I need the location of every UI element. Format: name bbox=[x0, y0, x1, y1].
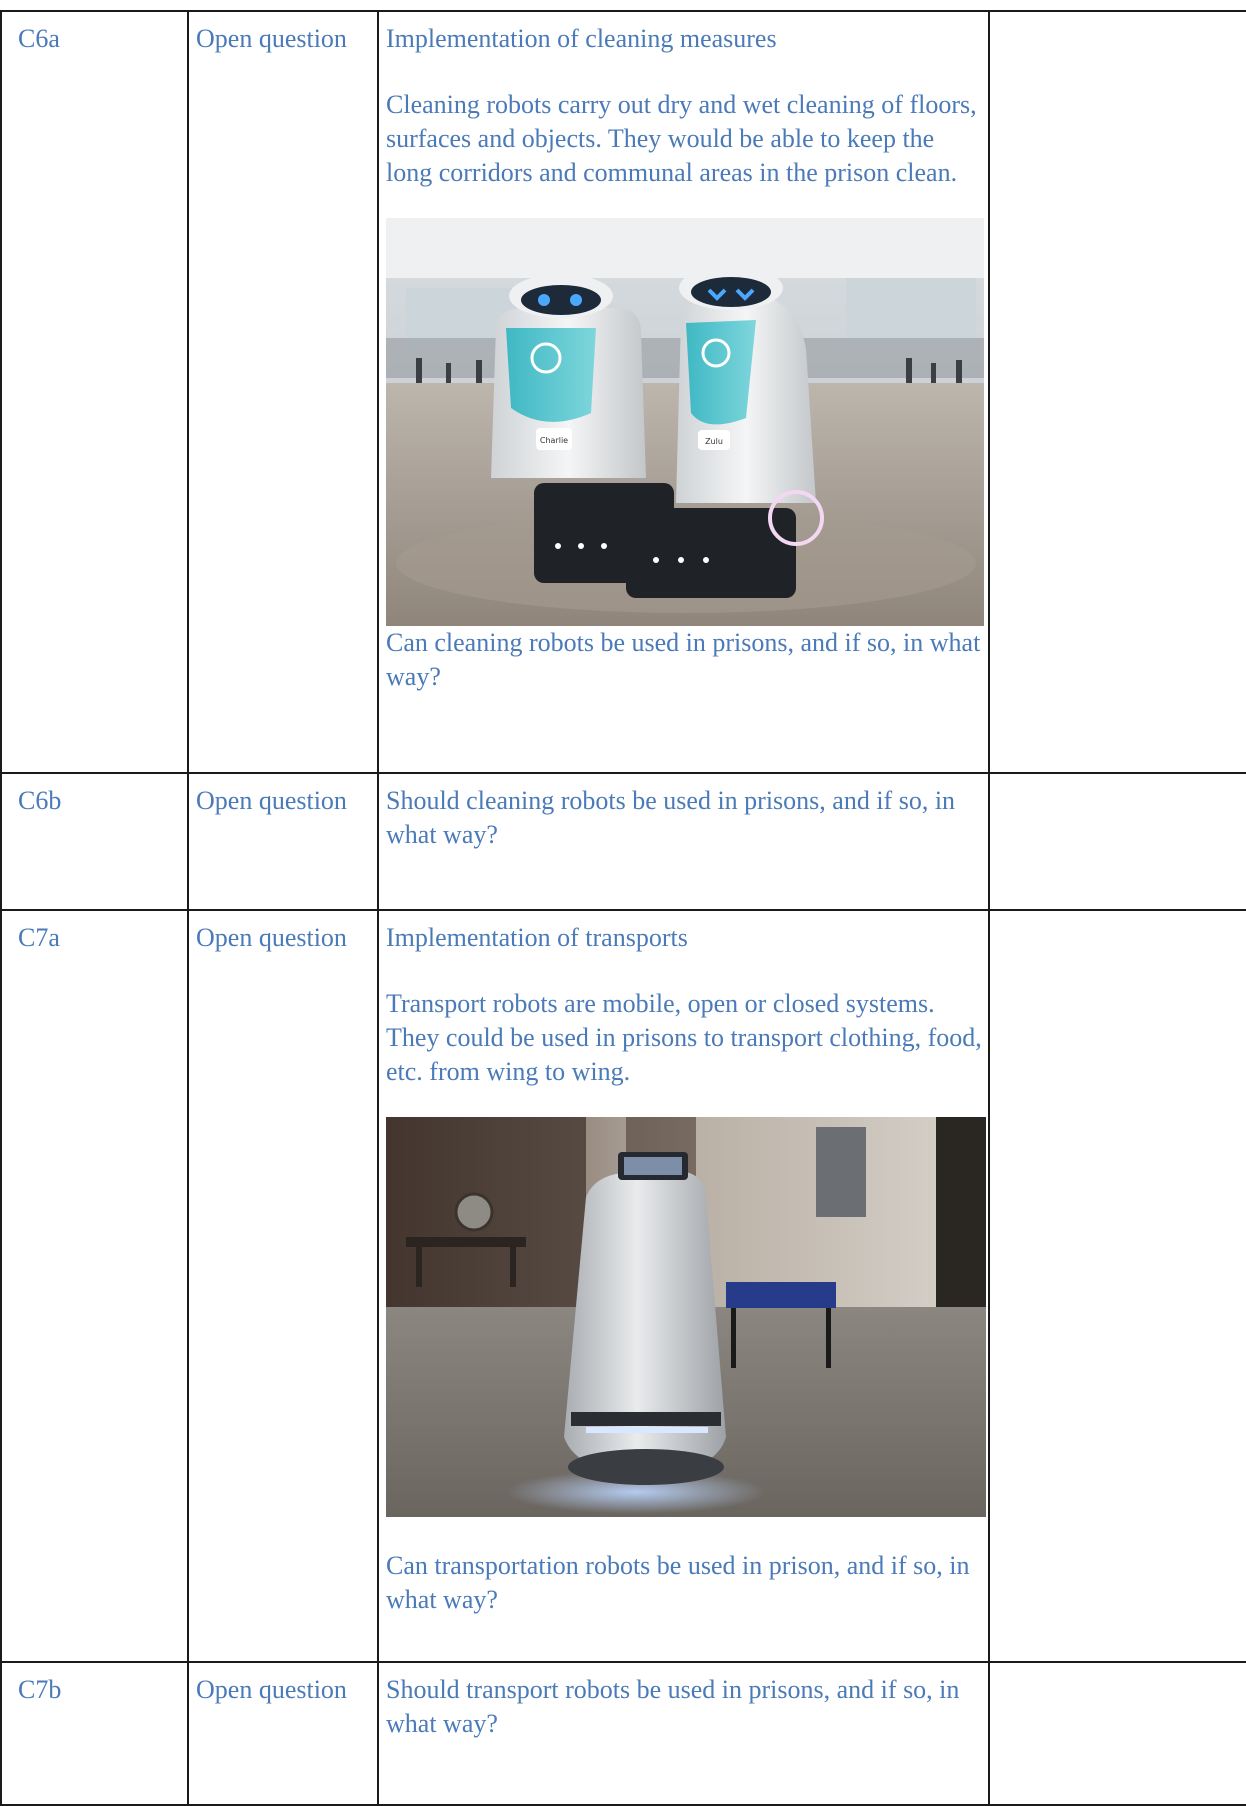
question-type: Open question bbox=[187, 772, 379, 911]
question-content: Should transport robots be used in priso… bbox=[377, 1661, 990, 1806]
section-heading: Implementation of transports bbox=[386, 923, 688, 952]
question-type: Open question bbox=[187, 909, 379, 1663]
robot-name-tag: Charlie bbox=[540, 436, 568, 445]
transport-robot-photo bbox=[386, 1117, 986, 1517]
question-content: Implementation of cleaning measures Clea… bbox=[377, 10, 990, 774]
table-row: C6a Open question Implementation of clea… bbox=[0, 10, 1246, 774]
question-content: Should cleaning robots be used in prison… bbox=[377, 772, 990, 911]
cleaning-robots-photo: Charlie Zulu bbox=[386, 218, 984, 626]
table-row: C6b Open question Should cleaning robots… bbox=[0, 772, 1246, 911]
table-row: C7a Open question Implementation of tran… bbox=[0, 909, 1246, 1663]
section-question: Can transportation robots be used in pri… bbox=[386, 1551, 970, 1614]
question-code: C7a bbox=[0, 909, 189, 1663]
question-type: Open question bbox=[187, 1661, 379, 1806]
question-content: Implementation of transports Transport r… bbox=[377, 909, 990, 1663]
section-question: Can cleaning robots be used in prisons, … bbox=[386, 628, 981, 691]
question-table: C6a Open question Implementation of clea… bbox=[0, 10, 1246, 1806]
question-code: C6a bbox=[0, 10, 189, 774]
robot-name-tag: Zulu bbox=[705, 437, 723, 446]
section-question: Should transport robots be used in priso… bbox=[386, 1675, 960, 1738]
answer-cell bbox=[988, 909, 1246, 1663]
question-code: C6b bbox=[0, 772, 189, 911]
question-type: Open question bbox=[187, 10, 379, 774]
section-heading: Implementation of cleaning measures bbox=[386, 24, 777, 53]
question-code: C7b bbox=[0, 1661, 189, 1806]
section-question: Should cleaning robots be used in prison… bbox=[386, 786, 956, 849]
section-description: Cleaning robots carry out dry and wet cl… bbox=[386, 90, 977, 187]
answer-cell bbox=[988, 772, 1246, 911]
table-row: C7b Open question Should transport robot… bbox=[0, 1661, 1246, 1806]
answer-cell bbox=[988, 1661, 1246, 1806]
answer-cell bbox=[988, 10, 1246, 774]
section-description: Transport robots are mobile, open or clo… bbox=[386, 989, 982, 1086]
